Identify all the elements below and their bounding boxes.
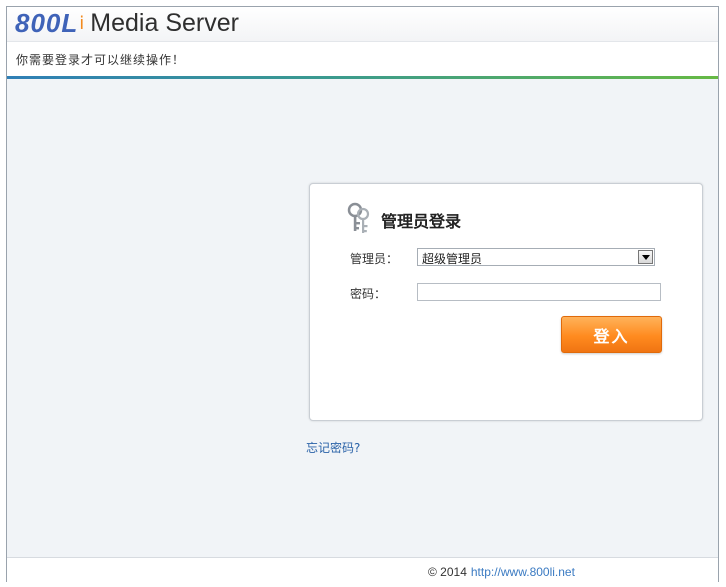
login-button[interactable]: 登入 [561, 316, 662, 353]
forgot-password-link[interactable]: 忘记密码? [306, 439, 360, 456]
header: 800L i Media Server [7, 7, 718, 41]
admin-select-value: 超级管理员 [422, 252, 483, 266]
footer: © 2014 http://www.800li.net [7, 557, 718, 583]
logo-accent: i [79, 12, 85, 34]
main-area: 管理员登录 管理员： 超级管理员 密码： 登入 忘记密码? [7, 79, 718, 557]
logo-brand: 800L [15, 7, 79, 38]
login-title: 管理员登录 [381, 212, 462, 231]
key-icon [347, 202, 370, 233]
copyright-text: © 2014 [428, 565, 467, 579]
logo: 800L i Media Server [15, 8, 239, 38]
admin-label: 管理员： [350, 252, 399, 266]
admin-select[interactable]: 超级管理员 [417, 248, 655, 266]
login-notice-text: 你需要登录才可以继续操作！ [16, 53, 186, 67]
password-field[interactable] [417, 283, 661, 301]
login-panel: 管理员登录 管理员： 超级管理员 密码： 登入 [309, 183, 703, 421]
logo-title: Media Server [90, 8, 239, 37]
chevron-down-icon[interactable] [638, 250, 653, 264]
footer-website-link[interactable]: http://www.800li.net [471, 565, 575, 579]
footer-content: © 2014 http://www.800li.net [428, 565, 575, 579]
password-label: 密码： [350, 287, 387, 301]
login-notice-bar: 你需要登录才可以继续操作！ [7, 41, 718, 77]
app-frame: 800L i Media Server 你需要登录才可以继续操作！ 管理员登录 管… [6, 6, 719, 583]
